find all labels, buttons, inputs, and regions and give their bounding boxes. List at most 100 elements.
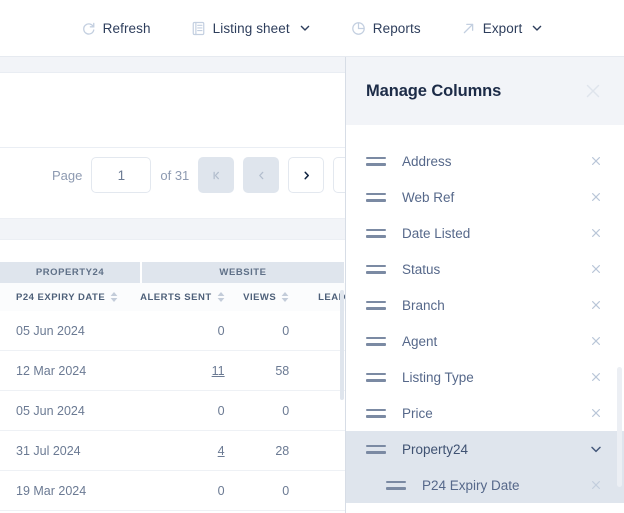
- main-content: Page of 31: [0, 57, 346, 513]
- column-header-views[interactable]: VIEWS: [225, 283, 290, 311]
- column-header-alerts-sent[interactable]: ALERTS SENT: [132, 283, 225, 311]
- table-vertical-scrollbar[interactable]: [340, 290, 344, 400]
- pagination-controls: Page of 31: [0, 157, 345, 193]
- last-page-button[interactable]: [333, 157, 345, 193]
- cell-p24-expiry-date: 05 Jun 2024: [16, 403, 85, 418]
- filter-band: [0, 218, 345, 240]
- listing-sheet-button[interactable]: Listing sheet: [181, 17, 321, 40]
- close-icon[interactable]: [588, 405, 604, 421]
- cell-alerts-sent: 4: [132, 444, 225, 458]
- drag-handle-icon[interactable]: [366, 155, 386, 167]
- column-item-label: Status: [402, 261, 441, 277]
- top-toolbar: Refresh Listing sheet Reports Export: [0, 0, 624, 57]
- chevron-down-icon[interactable]: [299, 22, 311, 34]
- close-icon[interactable]: [588, 297, 604, 313]
- page-number-input[interactable]: [91, 157, 152, 193]
- table-row[interactable]: 05 Jun 2024 0 0: [0, 391, 345, 431]
- column-header-leads[interactable]: LEAD: [289, 283, 345, 311]
- column-item-label: Price: [402, 405, 433, 421]
- drag-handle-icon[interactable]: [366, 371, 386, 383]
- column-item-web-ref[interactable]: Web Ref: [346, 179, 624, 215]
- drag-handle-icon[interactable]: [366, 227, 386, 239]
- cell-p24-expiry-date: 12 Mar 2024: [16, 363, 87, 378]
- column-group-property24[interactable]: Property24: [346, 431, 624, 467]
- export-label: Export: [482, 20, 523, 36]
- table-row[interactable]: 12 Mar 2024 11 58: [0, 351, 345, 391]
- column-item-label: P24 Expiry Date: [422, 477, 520, 493]
- arrow-up-right-icon: [461, 21, 476, 36]
- group-header-website: WEBSITE: [142, 262, 345, 283]
- column-header-label: P24 EXPIRY DATE: [16, 291, 106, 303]
- cell-p24-expiry-date: 31 Jul 2024: [16, 443, 81, 458]
- sort-icon[interactable]: [281, 292, 289, 302]
- column-item-listing-type[interactable]: Listing Type: [346, 359, 624, 395]
- panel-header: Manage Columns: [346, 57, 624, 125]
- panel-vertical-scrollbar[interactable]: [617, 367, 622, 487]
- cell-views: 0: [282, 323, 290, 338]
- drag-handle-icon[interactable]: [366, 191, 386, 203]
- column-group-label: Property24: [402, 441, 469, 457]
- manage-columns-list: Address Web Ref Date Listed Status Branc…: [346, 125, 624, 503]
- content-top-band: [0, 57, 345, 73]
- column-item-label: Listing Type: [402, 369, 474, 385]
- table-group-header-row: PROPERTY24 WEBSITE: [0, 262, 345, 283]
- column-header-label: ALERTS SENT: [140, 291, 212, 303]
- reports-button[interactable]: Reports: [341, 17, 431, 40]
- listing-sheet-label: Listing sheet: [212, 20, 290, 36]
- refresh-label: Refresh: [102, 20, 151, 36]
- page-label: Page: [52, 167, 83, 183]
- column-item-p24-expiry-date[interactable]: P24 Expiry Date: [346, 467, 624, 503]
- chevron-down-icon[interactable]: [531, 22, 543, 34]
- next-page-button[interactable]: [288, 157, 325, 193]
- drag-handle-icon[interactable]: [366, 299, 386, 311]
- close-icon[interactable]: [582, 80, 604, 102]
- listings-table: PROPERTY24 WEBSITE P24 EXPIRY DATE ALERT…: [0, 262, 345, 511]
- column-item-price[interactable]: Price: [346, 395, 624, 431]
- export-button[interactable]: Export: [451, 17, 554, 40]
- sort-icon[interactable]: [217, 292, 225, 302]
- drag-handle-icon[interactable]: [386, 479, 406, 491]
- cell-views: 0: [282, 403, 290, 418]
- table-row[interactable]: 19 Mar 2024 0 0: [0, 471, 345, 511]
- column-item-agent[interactable]: Agent: [346, 323, 624, 359]
- drag-handle-icon[interactable]: [366, 443, 386, 455]
- cell-alerts-sent: 0: [217, 323, 225, 338]
- alerts-sent-link[interactable]: 4: [218, 444, 225, 458]
- column-header-label: VIEWS: [243, 291, 277, 303]
- cell-views: 0: [282, 483, 290, 498]
- list-sheet-icon: [191, 21, 206, 36]
- close-icon[interactable]: [588, 477, 604, 493]
- column-item-branch[interactable]: Branch: [346, 287, 624, 323]
- sort-icon[interactable]: [110, 292, 118, 302]
- column-item-address[interactable]: Address: [346, 143, 624, 179]
- column-item-date-listed[interactable]: Date Listed: [346, 215, 624, 251]
- alerts-sent-link[interactable]: 11: [212, 364, 225, 378]
- cell-views: 28: [275, 443, 290, 458]
- close-icon[interactable]: [588, 153, 604, 169]
- cell-p24-expiry-date: 19 Mar 2024: [16, 483, 87, 498]
- pie-chart-icon: [351, 21, 366, 36]
- column-item-status[interactable]: Status: [346, 251, 624, 287]
- table-row[interactable]: 05 Jun 2024 0 0: [0, 311, 345, 351]
- close-icon[interactable]: [588, 189, 604, 205]
- close-icon[interactable]: [588, 333, 604, 349]
- close-icon[interactable]: [588, 369, 604, 385]
- pagination-bar: Page of 31: [0, 147, 345, 202]
- table-row[interactable]: 31 Jul 2024 4 28: [0, 431, 345, 471]
- drag-handle-icon[interactable]: [366, 263, 386, 275]
- refresh-button[interactable]: Refresh: [71, 17, 161, 40]
- previous-page-button[interactable]: [243, 157, 280, 193]
- column-item-label: Agent: [402, 333, 438, 349]
- chevron-down-icon[interactable]: [588, 441, 604, 457]
- first-page-button[interactable]: [198, 157, 235, 193]
- column-item-label: Date Listed: [402, 225, 471, 241]
- close-icon[interactable]: [588, 225, 604, 241]
- close-icon[interactable]: [588, 261, 604, 277]
- drag-handle-icon[interactable]: [366, 407, 386, 419]
- drag-handle-icon[interactable]: [366, 335, 386, 347]
- column-header-p24-expiry-date[interactable]: P24 EXPIRY DATE: [0, 283, 132, 311]
- panel-title: Manage Columns: [366, 81, 502, 100]
- app-root: Refresh Listing sheet Reports Export Pag…: [0, 0, 624, 513]
- table-header-row: P24 EXPIRY DATE ALERTS SENT VIEWS LEAD: [0, 283, 345, 311]
- cell-alerts-sent: 0: [217, 403, 225, 418]
